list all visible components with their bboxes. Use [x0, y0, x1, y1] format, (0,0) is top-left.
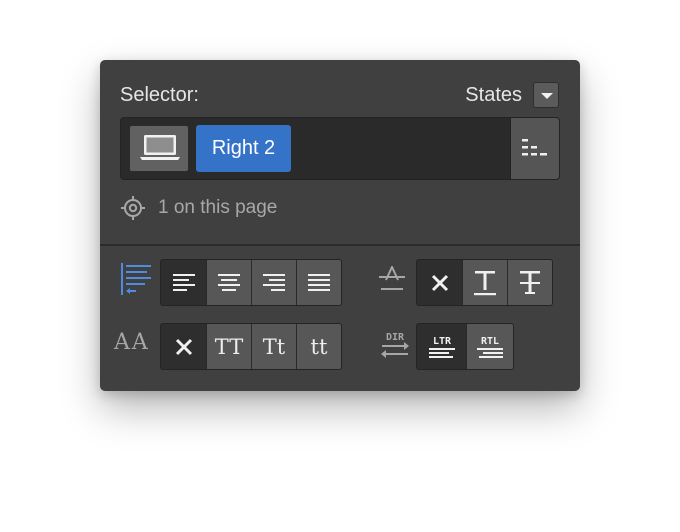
device-button[interactable] — [129, 125, 189, 172]
underline-icon — [474, 270, 496, 295]
ltr-button[interactable]: LTR — [417, 324, 466, 369]
underline-button[interactable] — [462, 260, 507, 305]
align-left-icon — [172, 273, 195, 291]
text-align-icon — [121, 263, 151, 295]
capitalize-label: Tt — [262, 334, 286, 359]
target-icon — [121, 196, 145, 220]
text-transform-label: AA — [114, 330, 150, 355]
close-icon — [175, 338, 192, 355]
chevron-down-icon — [541, 93, 553, 99]
selector-section: Selector: States Right 2 1 on this page — [100, 60, 580, 244]
usage-count-text: 1 on this page — [158, 197, 278, 218]
text-decoration-group — [416, 259, 553, 306]
selector-list-button[interactable] — [510, 118, 559, 179]
align-justify-icon — [308, 273, 330, 291]
close-icon — [431, 274, 448, 291]
align-justify-button[interactable] — [296, 260, 341, 305]
text-direction-icon: DIR — [381, 332, 409, 358]
capitalize-button[interactable]: Tt — [251, 324, 296, 369]
usage-count: 1 on this page — [120, 196, 277, 220]
direction-icon-label: DIR — [386, 332, 405, 343]
selector-list-icon — [522, 139, 547, 156]
rtl-icon: RTL — [477, 336, 503, 358]
text-transform-group: TT Tt tt — [160, 323, 342, 370]
states-dropdown-button[interactable] — [533, 82, 559, 108]
states-label[interactable]: States — [465, 84, 522, 107]
align-left-button[interactable] — [161, 260, 206, 305]
text-align-group — [160, 259, 342, 306]
uppercase-button[interactable]: TT — [206, 324, 251, 369]
selector-chip[interactable]: Right 2 — [196, 125, 291, 172]
transform-none-button[interactable] — [161, 324, 206, 369]
laptop-icon — [140, 135, 180, 160]
selector-field[interactable]: Right 2 — [120, 117, 560, 180]
align-center-button[interactable] — [206, 260, 251, 305]
section-divider — [100, 244, 580, 246]
rtl-label: RTL — [481, 336, 499, 347]
lowercase-button[interactable]: tt — [296, 324, 341, 369]
rtl-button[interactable]: RTL — [466, 324, 513, 369]
text-direction-group: LTR RTL — [416, 323, 514, 370]
selector-label: Selector: — [120, 84, 199, 106]
lowercase-label: tt — [310, 334, 328, 359]
uppercase-label: TT — [214, 334, 244, 359]
align-right-icon — [263, 273, 285, 291]
strikethrough-icon — [520, 270, 540, 294]
ltr-icon: LTR — [428, 336, 455, 358]
text-decoration-icon — [379, 266, 405, 290]
decoration-none-button[interactable] — [417, 260, 462, 305]
align-right-button[interactable] — [251, 260, 296, 305]
align-center-icon — [218, 273, 240, 291]
ltr-label: LTR — [432, 336, 451, 347]
strikethrough-button[interactable] — [507, 260, 552, 305]
typography-panel: Selector: States Right 2 1 on this page … — [100, 60, 580, 391]
